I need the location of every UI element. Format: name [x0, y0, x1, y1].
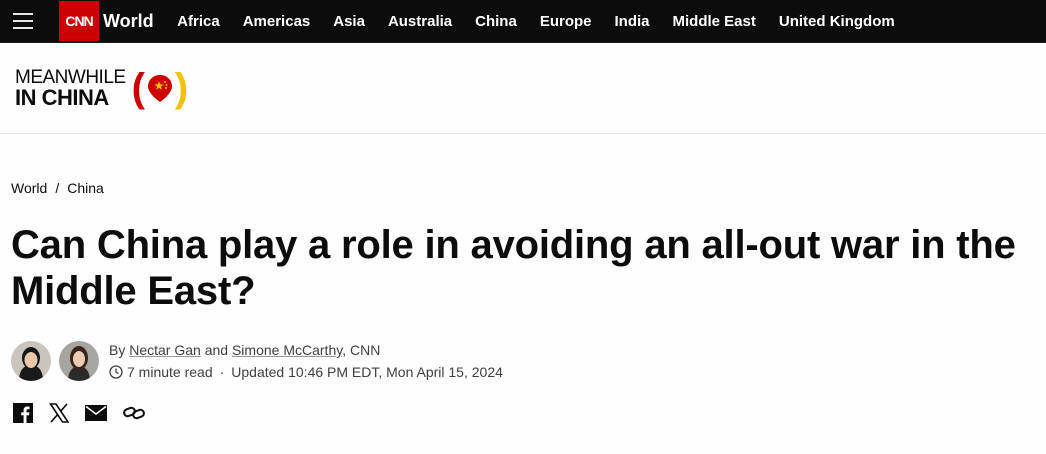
page-title: Can China play a role in avoiding an all… — [11, 223, 1016, 313]
x-icon[interactable] — [49, 403, 69, 423]
nav-link-australia[interactable]: Australia — [388, 13, 452, 30]
byline-and: and — [204, 342, 229, 358]
link-icon[interactable] — [123, 406, 145, 420]
nav-link-china[interactable]: China — [475, 13, 517, 30]
menu-icon[interactable] — [13, 13, 33, 29]
section-title[interactable]: World — [103, 11, 154, 32]
share-bar — [13, 403, 145, 423]
clock-icon — [109, 365, 123, 379]
author-avatar-nectar-gan[interactable] — [11, 341, 51, 381]
byline: By Nectar Gan and Simone McCarthy, CNN 7… — [11, 339, 503, 383]
nav-link-africa[interactable]: Africa — [177, 13, 220, 30]
series-banner: MEANWHILE IN CHINA ( ) — [0, 43, 1046, 134]
logo-mark: ( ) — [132, 68, 189, 108]
updated-timestamp: Updated 10:46 PM EDT, Mon April 15, 2024 — [231, 364, 503, 380]
map-pin-icon — [147, 75, 172, 102]
nav-link-asia[interactable]: Asia — [333, 13, 365, 30]
facebook-icon[interactable] — [13, 403, 33, 423]
breadcrumb-china[interactable]: China — [67, 180, 104, 196]
nav-link-americas[interactable]: Americas — [243, 13, 311, 30]
byline-authors: By Nectar Gan and Simone McCarthy, CNN — [109, 339, 503, 361]
breadcrumb-world[interactable]: World — [11, 180, 47, 196]
meanwhile-in-china-logo[interactable]: MEANWHILE IN CHINA ( ) — [15, 68, 188, 109]
logo-line-2: IN CHINA — [15, 84, 109, 110]
byline-outlet: , CNN — [342, 342, 381, 358]
nav-link-middle-east[interactable]: Middle East — [673, 13, 756, 30]
logo-line-1: MEANWHILE — [15, 66, 126, 88]
edition-links: Africa Americas Asia Australia China Eur… — [166, 13, 907, 30]
read-time: 7 minute read — [127, 364, 213, 380]
breadcrumb-separator: / — [55, 180, 60, 196]
nav-link-europe[interactable]: Europe — [540, 13, 592, 30]
article-meta: 7 minute read · Updated 10:46 PM EDT, Mo… — [109, 361, 503, 383]
logo-wordmark: MEANWHILE IN CHINA — [15, 68, 126, 109]
cnn-logo[interactable]: CNN — [59, 1, 99, 41]
byline-text: By Nectar Gan and Simone McCarthy, CNN 7… — [109, 339, 503, 383]
meta-separator: · — [219, 364, 225, 380]
top-navigation: CNN World Africa Americas Asia Australia… — [0, 0, 1046, 43]
logo-paren-right: ) — [174, 66, 189, 110]
logo-paren-left: ( — [131, 66, 145, 110]
author-avatar-simone-mccarthy[interactable] — [59, 341, 99, 381]
author-link-nectar-gan[interactable]: Nectar Gan — [129, 342, 201, 358]
nav-link-india[interactable]: India — [615, 13, 650, 30]
byline-prefix: By — [109, 342, 126, 358]
breadcrumb: World / China — [11, 180, 104, 196]
nav-link-united-kingdom[interactable]: United Kingdom — [779, 13, 895, 30]
author-link-simone-mccarthy[interactable]: Simone McCarthy — [232, 342, 342, 358]
email-icon[interactable] — [85, 405, 107, 421]
